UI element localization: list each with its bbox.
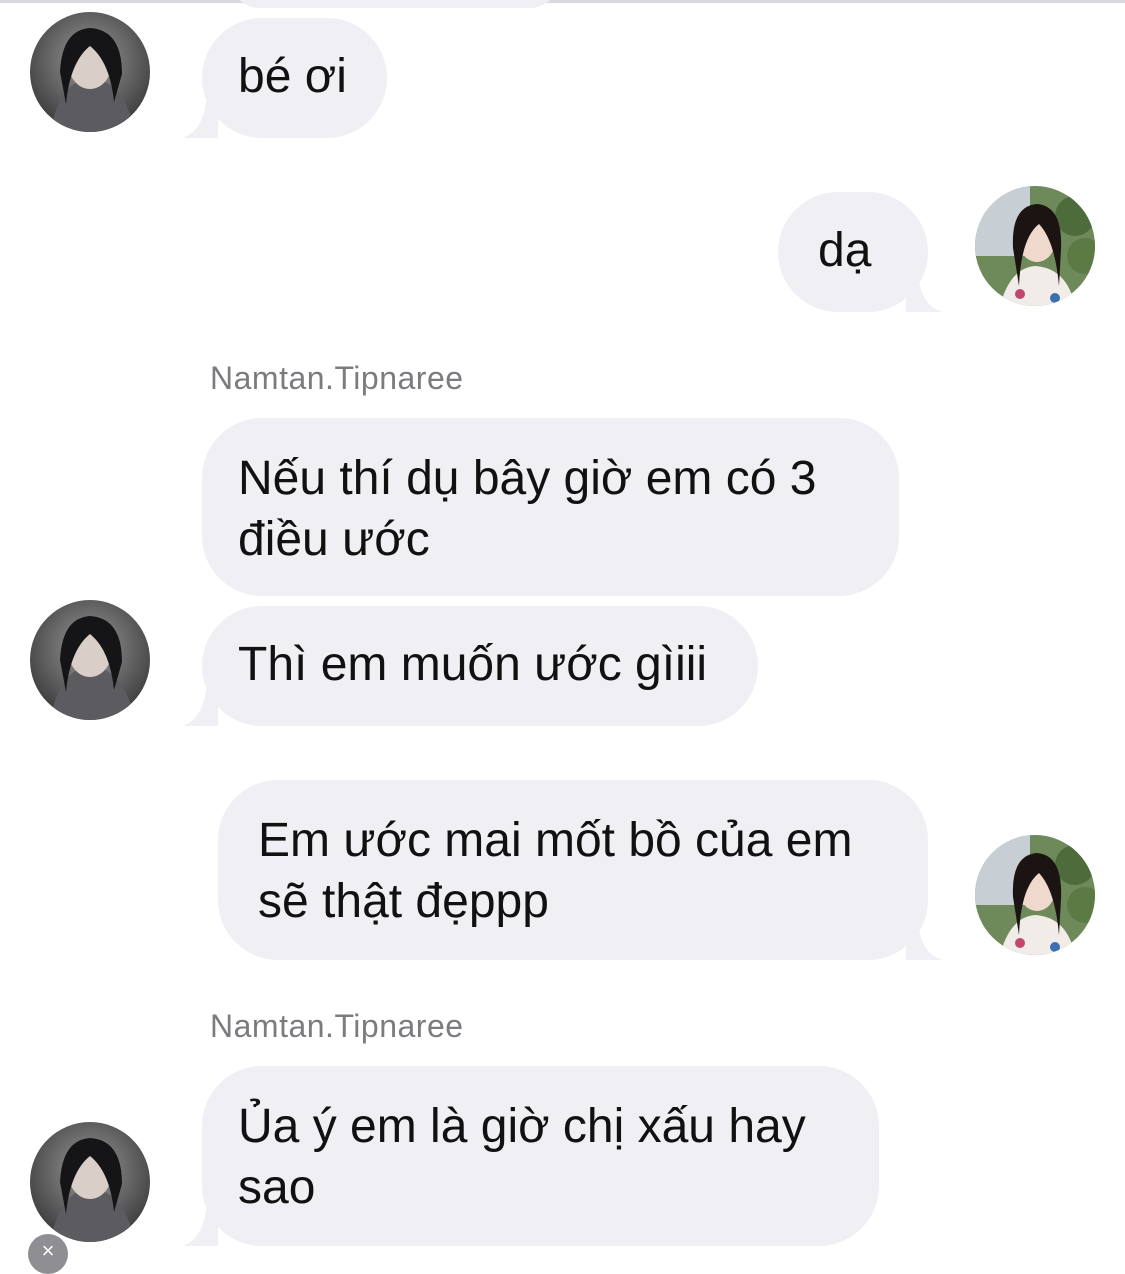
top-divider [0,0,1125,3]
message-bubble-received[interactable]: Thì em muốn ước gìiii [202,606,758,726]
contact-avatar[interactable] [30,1122,150,1242]
close-icon[interactable]: × [28,1234,68,1274]
message-text: bé ơi [238,50,347,103]
bubble-tail [906,276,942,312]
contact-avatar[interactable] [30,600,150,720]
bubble-tail [182,102,218,138]
message-bubble-received[interactable]: Nếu thí dụ bây giờ em có 3 điều ước [202,418,899,596]
user-avatar[interactable] [975,186,1095,306]
message-thread: bé ơi dạ Namtan.Tipnaree Nếu thí dụ bây … [0,0,1125,1274]
message-text: Ủa ý em là giờ chị xấu hay sao [238,1100,806,1214]
bubble-tail [182,690,218,726]
sender-name: Namtan.Tipnaree [210,360,464,396]
message-text: Thì em muốn ước gìiii [238,638,708,691]
message-text: dạ [818,224,872,277]
bubble-tail [182,1210,218,1246]
contact-avatar[interactable] [30,12,150,132]
message-text: Nếu thí dụ bây giờ em có 3 điều ước [238,452,817,566]
message-bubble-received[interactable]: Ủa ý em là giờ chị xấu hay sao [202,1066,879,1246]
message-bubble-sent[interactable]: Em ước mai mốt bồ của em sẽ thật đẹppp [218,780,928,960]
sender-name: Namtan.Tipnaree [210,1008,464,1044]
message-text: Em ước mai mốt bồ của em sẽ thật đẹppp [258,814,853,928]
message-bubble-received[interactable]: bé ơi [202,18,387,138]
bubble-tail [906,924,942,960]
user-avatar[interactable] [975,835,1095,955]
previous-message-bubble-fragment [230,0,560,8]
